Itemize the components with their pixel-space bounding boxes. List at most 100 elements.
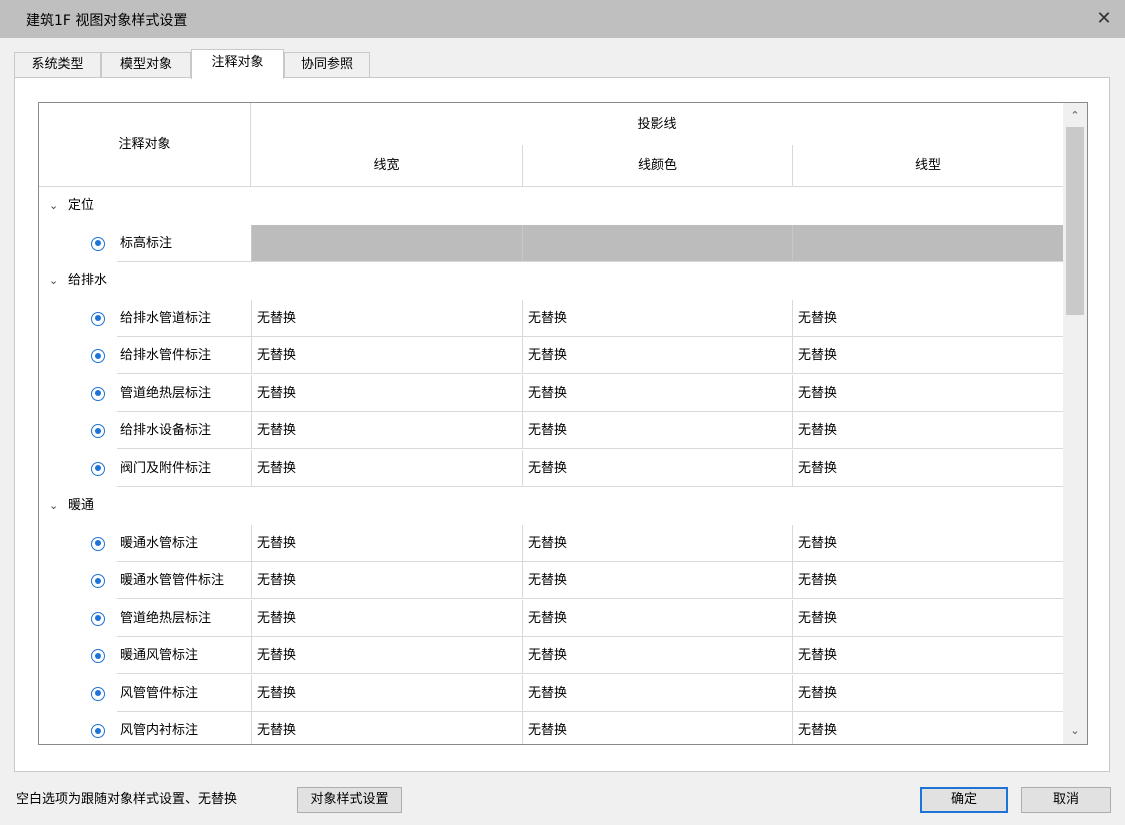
tab-collaboration-refs[interactable]: 协同参照: [284, 52, 370, 78]
vertical-scrollbar[interactable]: ⌃ ⌄: [1063, 103, 1087, 744]
group-row[interactable]: ⌄ 暖通: [39, 487, 1063, 525]
chevron-down-icon[interactable]: ⌄: [49, 487, 58, 524]
line-color-cell: [522, 224, 792, 262]
row-label: 管道绝热层标注: [117, 375, 251, 412]
line-weight-cell[interactable]: 无替换: [251, 449, 522, 487]
row-label: 风管内衬标注: [117, 712, 251, 744]
cancel-button[interactable]: 取消: [1021, 787, 1111, 813]
line-color-cell[interactable]: 无替换: [522, 599, 792, 637]
row-label: 给排水管件标注: [117, 337, 251, 374]
line-pattern-cell[interactable]: 无替换: [792, 674, 1063, 712]
eye-icon[interactable]: [91, 311, 105, 326]
line-weight-cell[interactable]: 无替换: [251, 337, 522, 374]
group-row[interactable]: ⌄ 给排水: [39, 262, 1063, 300]
line-weight-cell[interactable]: 无替换: [251, 562, 522, 599]
line-weight-cell[interactable]: 无替换: [251, 637, 522, 674]
eye-icon[interactable]: [91, 424, 105, 438]
row-label: 给排水管道标注: [117, 300, 251, 337]
line-pattern-cell: [792, 224, 1063, 262]
tab-model-objects[interactable]: 模型对象: [101, 52, 191, 78]
line-color-cell[interactable]: 无替换: [522, 712, 792, 744]
table-row: 风管内衬标注 无替换 无替换 无替换: [39, 712, 1063, 744]
line-pattern-cell[interactable]: 无替换: [792, 524, 1063, 562]
row-label: 阀门及附件标注: [117, 450, 251, 487]
line-color-cell[interactable]: 无替换: [522, 524, 792, 562]
line-weight-cell[interactable]: 无替换: [251, 712, 522, 744]
table-row: 风管管件标注 无替换 无替换 无替换: [39, 674, 1063, 713]
header-annotation-object: 注释对象: [39, 103, 251, 186]
eye-icon[interactable]: [91, 611, 105, 626]
eye-icon[interactable]: [91, 236, 105, 251]
line-pattern-cell[interactable]: 无替换: [792, 412, 1063, 449]
eye-icon[interactable]: [91, 461, 105, 476]
line-pattern-cell[interactable]: 无替换: [792, 299, 1063, 337]
grid-header: 注释对象 投影线 线宽 线颜色 线型: [39, 103, 1063, 187]
eye-icon[interactable]: [91, 386, 105, 401]
eye-icon[interactable]: [91, 349, 105, 363]
window-title: 建筑1F 视图对象样式设置: [26, 13, 188, 29]
eye-icon[interactable]: [91, 536, 105, 551]
group-label: 定位: [68, 198, 95, 213]
close-icon[interactable]: ✕: [1091, 6, 1117, 32]
line-weight-cell: [251, 224, 522, 262]
table-row: 阀门及附件标注 无替换 无替换 无替换: [39, 449, 1063, 488]
line-color-cell[interactable]: 无替换: [522, 449, 792, 487]
scroll-up-icon[interactable]: ⌃: [1063, 105, 1087, 127]
line-weight-cell[interactable]: 无替换: [251, 299, 522, 337]
line-pattern-cell[interactable]: 无替换: [792, 637, 1063, 674]
eye-icon[interactable]: [91, 649, 105, 663]
eye-icon[interactable]: [91, 724, 105, 738]
line-weight-cell[interactable]: 无替换: [251, 599, 522, 637]
line-pattern-cell[interactable]: 无替换: [792, 337, 1063, 374]
line-pattern-cell[interactable]: 无替换: [792, 374, 1063, 412]
object-style-settings-button[interactable]: 对象样式设置: [297, 787, 402, 813]
line-color-cell[interactable]: 无替换: [522, 637, 792, 674]
row-label: 暖通水管标注: [117, 525, 251, 562]
table-row: 给排水管件标注 无替换 无替换 无替换: [39, 337, 1063, 375]
line-weight-cell[interactable]: 无替换: [251, 524, 522, 562]
line-weight-cell[interactable]: 无替换: [251, 374, 522, 412]
tab-annotation-objects[interactable]: 注释对象: [191, 49, 284, 79]
table-row: 标高标注: [39, 224, 1063, 263]
footer-note: 空白选项为跟随对象样式设置、无替换: [16, 792, 238, 807]
scrollbar-thumb[interactable]: [1066, 127, 1084, 315]
row-label: 管道绝热层标注: [117, 600, 251, 637]
row-label: 暖通风管标注: [117, 637, 251, 674]
header-line-pattern[interactable]: 线型: [792, 145, 1063, 186]
ok-button[interactable]: 确定: [920, 787, 1008, 813]
line-color-cell[interactable]: 无替换: [522, 337, 792, 374]
row-label: 给排水设备标注: [117, 412, 251, 449]
header-line-weight[interactable]: 线宽: [251, 145, 522, 186]
line-pattern-cell[interactable]: 无替换: [792, 599, 1063, 637]
line-color-cell[interactable]: 无替换: [522, 412, 792, 449]
header-projection-line: 投影线: [637, 117, 677, 132]
object-style-grid: 注释对象 投影线 线宽 线颜色 线型 ⌄ 定位 标高标注 ⌄ 给排水 给排水管道标注 无替换…: [38, 102, 1088, 745]
group-label: 给排水: [68, 273, 108, 288]
title-bar: 建筑1F 视图对象样式设置 ✕: [0, 0, 1125, 38]
line-pattern-cell[interactable]: 无替换: [792, 562, 1063, 599]
line-weight-cell[interactable]: 无替换: [251, 674, 522, 712]
line-pattern-cell[interactable]: 无替换: [792, 449, 1063, 487]
line-color-cell[interactable]: 无替换: [522, 562, 792, 599]
chevron-down-icon[interactable]: ⌄: [49, 187, 58, 224]
group-label: 暖通: [68, 498, 95, 513]
line-weight-cell[interactable]: 无替换: [251, 412, 522, 449]
header-line-color[interactable]: 线颜色: [522, 145, 792, 186]
scroll-down-icon[interactable]: ⌄: [1063, 720, 1087, 742]
row-label: 标高标注: [117, 225, 251, 262]
table-row: 管道绝热层标注 无替换 无替换 无替换: [39, 599, 1063, 638]
row-label: 风管管件标注: [117, 675, 251, 712]
table-row: 暖通风管标注 无替换 无替换 无替换: [39, 637, 1063, 675]
eye-icon[interactable]: [91, 686, 105, 701]
eye-icon[interactable]: [91, 574, 105, 588]
group-row[interactable]: ⌄ 定位: [39, 187, 1063, 225]
line-pattern-cell[interactable]: 无替换: [792, 712, 1063, 744]
row-label: 暖通水管管件标注: [117, 562, 251, 599]
line-color-cell[interactable]: 无替换: [522, 374, 792, 412]
line-color-cell[interactable]: 无替换: [522, 299, 792, 337]
table-row: 给排水设备标注 无替换 无替换 无替换: [39, 412, 1063, 450]
line-color-cell[interactable]: 无替换: [522, 674, 792, 712]
chevron-down-icon[interactable]: ⌄: [49, 262, 58, 299]
grid-body: ⌄ 定位 标高标注 ⌄ 给排水 给排水管道标注 无替换 无替换 无替换 给排水管件标注 无替换 无替换…: [39, 187, 1063, 744]
tab-system-types[interactable]: 系统类型: [14, 52, 101, 78]
